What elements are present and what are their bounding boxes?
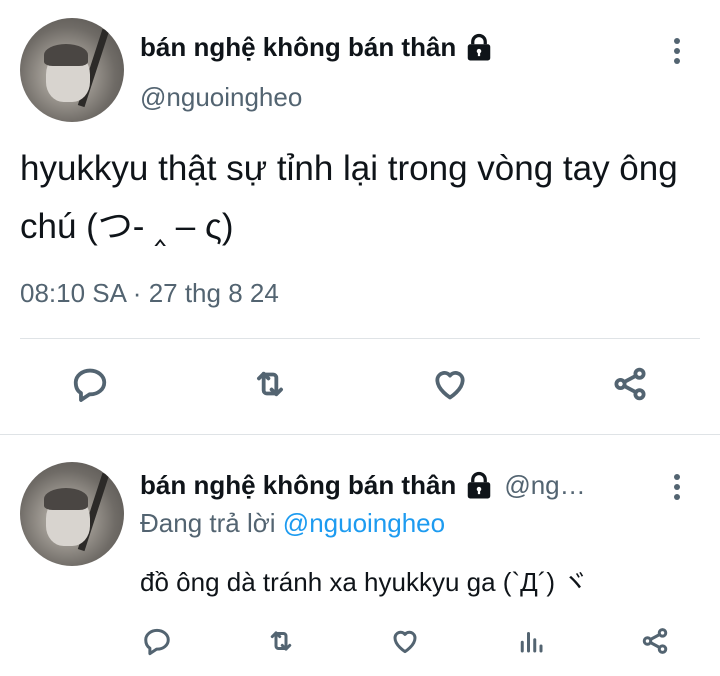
reply-retweet-button[interactable]: [264, 624, 298, 658]
share-icon: [614, 367, 646, 401]
reply-user-handle[interactable]: @ng…: [504, 470, 585, 501]
tweet-text: hyukkyu thật sự tỉnh lại trong vòng tay …: [20, 149, 678, 246]
reply-icon: [73, 368, 107, 402]
replying-to: Đang trả lời @nguoingheo: [140, 508, 445, 539]
display-name-text[interactable]: bán nghệ không bán thân: [140, 32, 456, 63]
divider: [20, 338, 700, 339]
reply-reply-button[interactable]: [140, 624, 174, 658]
reply-avatar[interactable]: [20, 462, 124, 566]
reply-tweet-text: đồ ông dà tránh xa hyukkyu ga (`Д´) ヾ: [140, 567, 589, 597]
reply-share-button[interactable]: [638, 624, 672, 658]
meta-separator: ·: [132, 278, 142, 308]
analytics-icon: [520, 632, 543, 653]
avatar[interactable]: [20, 18, 124, 122]
tweet-time: 08:10 SA: [20, 278, 126, 308]
reply-like-button[interactable]: [388, 624, 422, 658]
share-icon: [642, 628, 668, 654]
reply-icon: [144, 628, 170, 656]
tweet-date: 27 thg 8 24: [148, 278, 279, 308]
like-button[interactable]: [430, 364, 470, 404]
share-button[interactable]: [610, 364, 650, 404]
replying-to-prefix: Đang trả lời: [140, 508, 276, 538]
reply-more-options-icon[interactable]: [672, 474, 682, 500]
tweet-separator: [0, 434, 720, 435]
reply-display-name[interactable]: bán nghệ không bán thân @ng…: [140, 470, 586, 501]
lock-icon: [468, 33, 491, 60]
retweet-button[interactable]: [250, 364, 290, 404]
display-name[interactable]: bán nghệ không bán thân: [140, 32, 494, 63]
more-options-icon[interactable]: [672, 38, 682, 64]
reply-button[interactable]: [70, 364, 110, 404]
like-icon: [435, 371, 465, 400]
replying-to-mention[interactable]: @nguoingheo: [283, 508, 445, 538]
retweet-icon: [270, 631, 292, 651]
lock-icon: [468, 471, 491, 498]
retweet-icon: [257, 371, 283, 397]
user-handle[interactable]: @nguoingheo: [140, 82, 302, 113]
reply-display-name-text[interactable]: bán nghệ không bán thân: [140, 470, 456, 501]
like-icon: [393, 630, 417, 654]
reply-analytics-button[interactable]: [514, 624, 548, 658]
tweet-timestamp[interactable]: 08:10 SA · 27 thg 8 24: [20, 278, 279, 309]
